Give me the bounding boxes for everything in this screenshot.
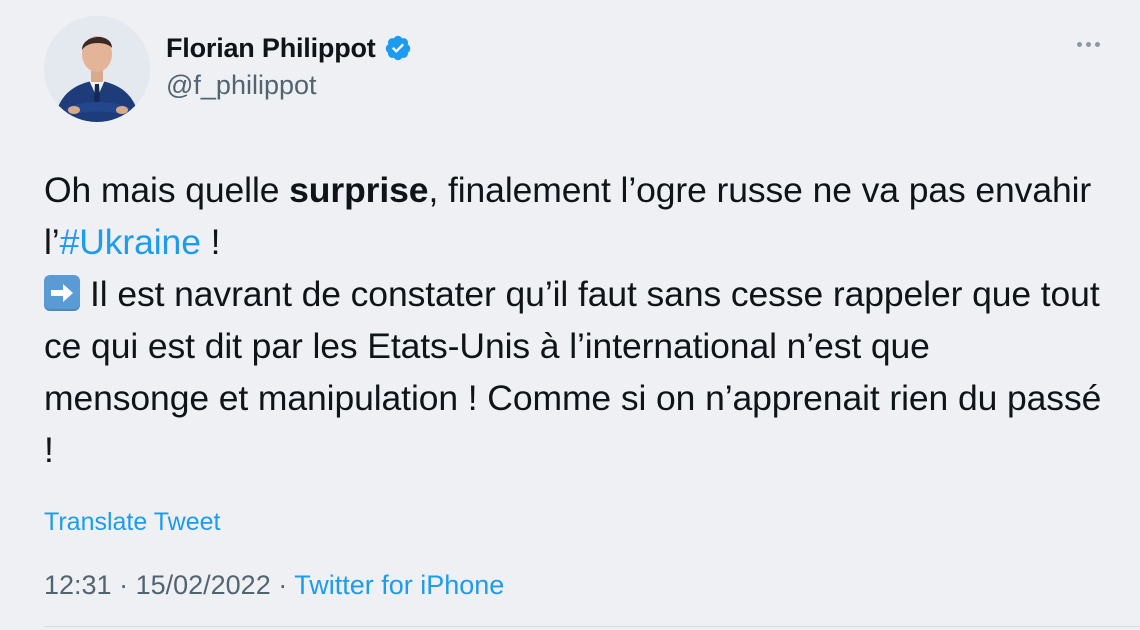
more-dot	[1095, 42, 1100, 47]
tweet-meta: 12:31 · 15/02/2022 · Twitter for iPhone	[44, 570, 504, 601]
verified-badge-icon	[384, 34, 412, 62]
tweet-text-part: Oh mais quelle	[44, 170, 290, 210]
tweet-text-part: Il est navrant de constater qu’il faut s…	[44, 274, 1102, 470]
tweet-card: Florian Philippot @f_philippot Oh mais q…	[0, 0, 1140, 630]
tweet-text-bold: surprise	[289, 170, 429, 210]
author-display-name[interactable]: Florian Philippot	[166, 33, 376, 64]
divider	[44, 626, 1140, 627]
tweet-date[interactable]: 15/02/2022	[136, 570, 271, 600]
tweet-text: Oh mais quelle surprise, finalement l’og…	[44, 164, 1104, 476]
more-dot	[1086, 42, 1091, 47]
hashtag-link[interactable]: #Ukraine	[60, 222, 201, 262]
translate-tweet-link[interactable]: Translate Tweet	[44, 508, 220, 537]
tweet-source-link[interactable]: Twitter for iPhone	[294, 570, 504, 600]
avatar[interactable]	[44, 16, 150, 122]
meta-separator: ·	[111, 570, 136, 600]
author-handle[interactable]: @f_philippot	[166, 70, 412, 101]
more-dot	[1077, 42, 1082, 47]
author-block: Florian Philippot @f_philippot	[166, 30, 412, 101]
name-row: Florian Philippot	[166, 30, 412, 66]
meta-separator: ·	[270, 570, 295, 600]
more-options-icon[interactable]	[1077, 42, 1100, 47]
right-arrow-emoji-icon	[44, 275, 80, 311]
tweet-text-part: !	[200, 222, 221, 262]
tweet-time[interactable]: 12:31	[44, 570, 112, 600]
